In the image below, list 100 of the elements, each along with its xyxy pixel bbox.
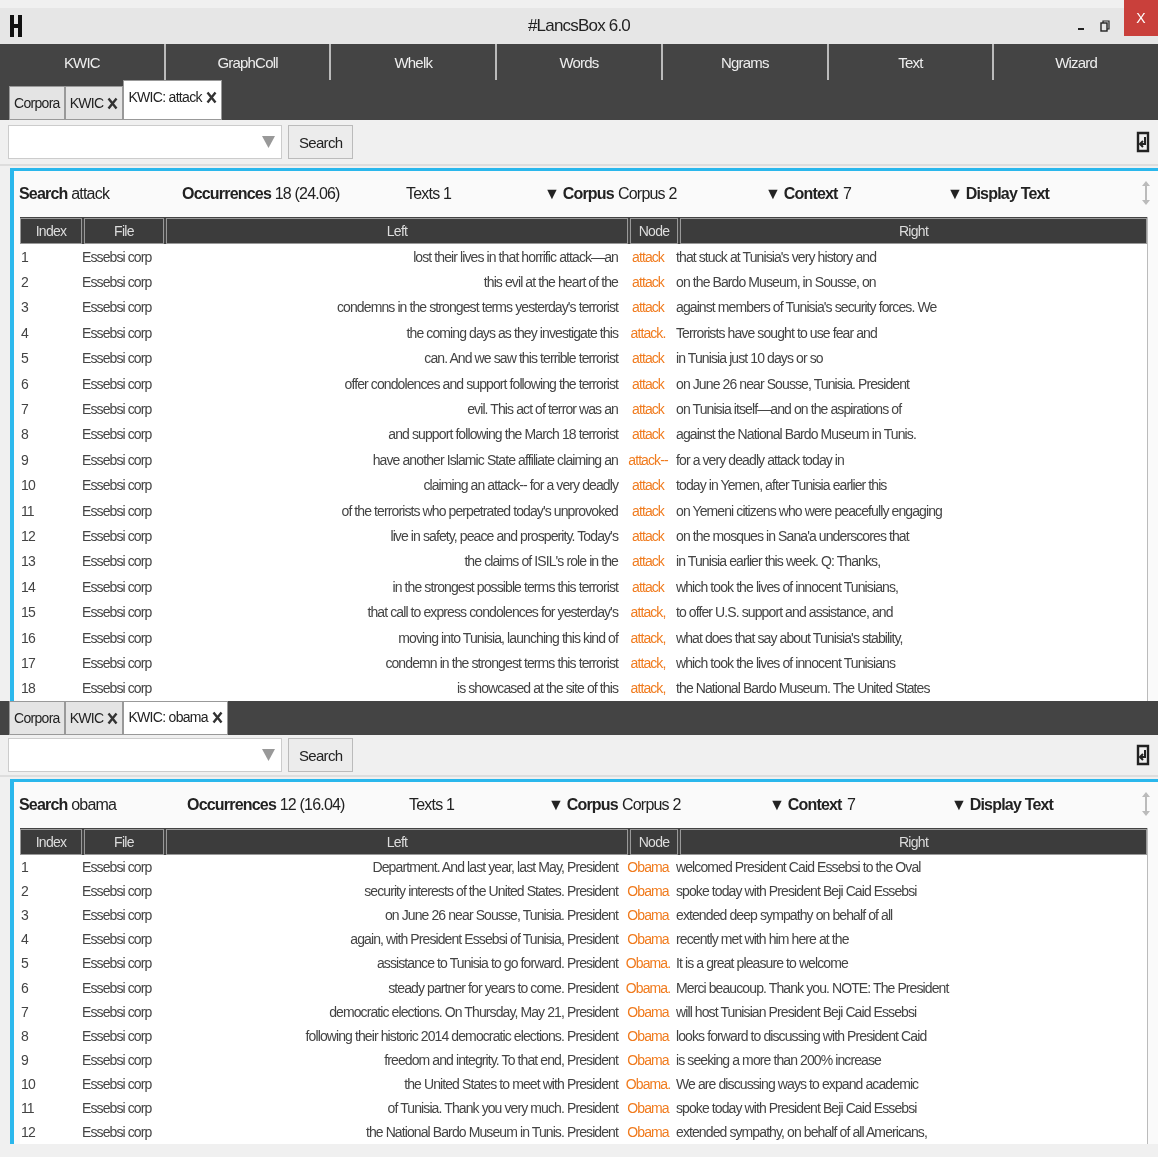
right-context-cell-text: in Tunisia earlier this week. Q: Thanks, [675,553,882,570]
left-context-cell-text: of Tunisia. Thank you very much. President [386,1100,620,1116]
left-context-cell-text: offer condolences and support following the terrorist [343,375,620,392]
column-header[interactable]: Index [20,829,82,856]
drag-handle-icon[interactable] [1142,792,1150,817]
right-context-cell-text: on Tunisia itself—and on the aspirations of [675,401,903,418]
index-cell-text: 9 [20,451,29,468]
file-cell-text: Essebsi corp [82,1051,153,1068]
index-cell-text: 6 [20,979,29,996]
node-cell-text: attack [631,578,666,595]
drag-handle-icon[interactable] [1142,181,1150,205]
column-header[interactable]: Right [680,829,1147,856]
file-cell-text: Essebsi corp [82,931,153,948]
close-icon[interactable] [205,90,217,104]
right-context-cell-text: against the National Bardo Museum in Tunis. [675,426,917,443]
occurrences-summary: Occurrences 12 (16.04) [187,796,345,815]
left-context-cell-text: freedom and integrity. To that end, President [383,1051,620,1068]
right-context-cell-text: extended sympathy, on behalf of all Americans, [675,1124,928,1141]
corpus-dropdown[interactable]: ▼ Corpus [548,796,618,815]
file-cell-text: Essebsi corp [82,553,153,570]
context-dropdown[interactable]: ▼ Context [765,185,838,203]
right-context-cell-text: today in Yemen, after Tunisia earlier this [675,477,888,494]
left-context-cell-text: democratic elections. On Thursday, May 21, President [328,1003,620,1020]
left-context-cell-text: evil. This act of terror was an [466,401,619,418]
file-cell-text: Essebsi corp [82,350,153,367]
search-button[interactable]: Search [288,738,354,773]
node-cell-text: attack [631,401,666,418]
corpus-value: Corpus 2 [622,796,681,815]
file-cell-text: Essebsi corp [82,1027,153,1044]
context-dropdown[interactable]: ▼ Context [769,796,842,815]
right-context-cell-text: in Tunisia just 10 days or so [675,350,824,367]
node-cell-text: attack [631,477,666,494]
file-cell-text: Essebsi corp [82,274,153,291]
right-context-cell-text: is seeking a more than 200% increase [675,1051,882,1068]
context-value: 7 [843,185,852,203]
display-text-dropdown[interactable]: ▼ Display Text [951,796,1054,815]
dropdown-arrow-icon[interactable] [262,136,275,148]
close-icon[interactable] [107,711,119,725]
occurrences-summary: Occurrences 18 (24.06) [182,185,340,203]
search-combo-field[interactable] [8,738,282,773]
search-button[interactable]: Search [288,125,354,159]
export-icon[interactable] [1136,744,1150,767]
file-cell-text: Essebsi corp [82,248,153,265]
left-context-cell-text: condemn in the strongest terms this terrorist [384,654,620,671]
index-cell-text: 7 [20,401,29,418]
export-icon[interactable] [1136,131,1150,153]
column-header[interactable]: Right [680,218,1147,244]
close-icon[interactable] [211,710,223,724]
left-context-cell-text: the coming days as they investigate this [405,324,620,341]
index-cell-text: 8 [20,1027,29,1044]
index-cell-text: 12 [20,528,36,544]
node-cell-text: Obama [626,1124,671,1141]
node-cell-text: Obama [626,1100,671,1116]
column-header[interactable]: File [84,218,164,244]
right-context-cell-text: the National Bardo Museum. The United States [675,680,931,697]
node-cell-text: attack [631,350,666,367]
file-cell-text: Essebsi corp [82,629,153,646]
node-cell-text: Obama [626,1051,671,1068]
right-context-cell-text: recently met with him here at the [675,931,850,948]
index-cell-text: 5 [20,350,30,367]
left-context-cell-text: assistance to Tunisia to go forward. President [375,955,620,972]
dropdown-arrow-icon[interactable] [262,749,275,762]
column-header[interactable]: Left [166,218,628,244]
pane-tab[interactable]: KWIC [64,701,124,736]
right-context-cell-text: spoke today with President Beji Caid Essebsi [675,1100,918,1116]
column-header[interactable]: Node [630,218,678,244]
search-combo-field[interactable] [8,125,282,159]
pane-tab[interactable]: KWIC: attack [123,80,222,120]
index-cell-text: 11 [20,1100,35,1116]
index-cell-text: 15 [20,604,37,621]
node-cell-text: attack, [629,654,667,671]
column-header[interactable]: File [84,829,164,856]
left-context-cell-text: in the strongest possible terms this terrorist [391,578,620,595]
column-header[interactable]: Left [166,829,628,856]
file-cell-text: Essebsi corp [82,604,153,621]
texts-summary: Texts 1 [409,796,455,815]
close-icon[interactable] [107,96,119,110]
pane-tab[interactable]: Corpora [9,701,65,736]
display-text-dropdown[interactable]: ▼ Display Text [947,185,1050,203]
left-context-cell-text: is showcased at the site of this [455,680,620,697]
pane-tab[interactable]: Corpora [9,86,65,120]
restore-icon[interactable] [1100,20,1110,32]
node-cell-text: attack [631,299,666,316]
node-cell-text: Obama [626,931,671,948]
left-context-cell-text: moving into Tunisia, launching this kind of [397,629,620,646]
file-cell-text: Essebsi corp [82,401,153,418]
left-context-cell-text: the National Bardo Museum in Tunis. President [364,1124,620,1141]
pane-tab[interactable]: KWIC: obama [123,701,228,736]
column-header[interactable]: Index [20,218,82,244]
file-cell-text: Essebsi corp [82,1100,153,1116]
right-context-cell-text: will host Tunisian President Beji Caid Essebsi [675,1003,918,1020]
left-context-cell-text: lost their lives in that horrific attack—an [412,248,619,265]
column-header[interactable]: Node [630,829,678,856]
index-cell-text: 9 [20,1051,29,1068]
right-context-cell-text: extended deep sympathy on behalf of all [675,907,894,924]
node-cell-text: attack, [629,680,667,697]
close-button[interactable]: X [1124,0,1158,36]
pane-tab[interactable]: KWIC [64,86,124,120]
left-context-cell-text: live in safety, peace and prosperity. Today's [389,528,620,544]
corpus-dropdown[interactable]: ▼ Corpus [544,185,614,203]
